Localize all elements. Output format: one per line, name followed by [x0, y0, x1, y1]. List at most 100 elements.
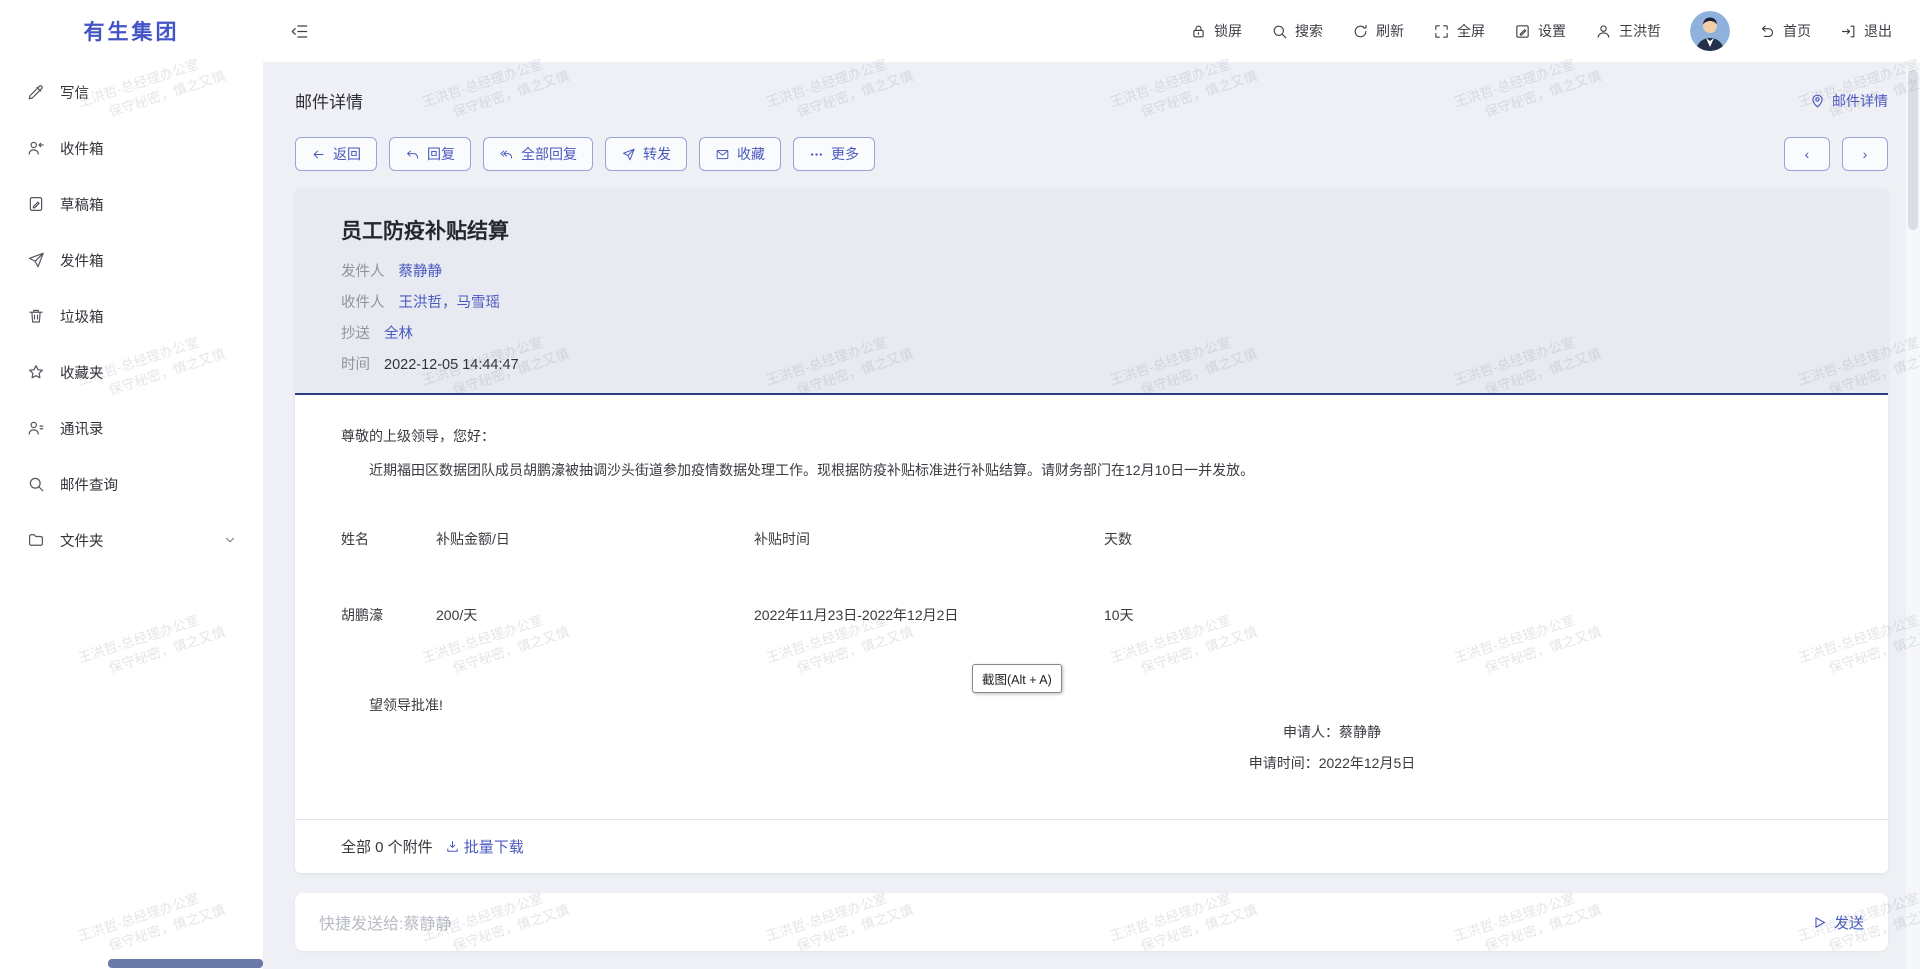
reply-button[interactable]: 回复	[389, 137, 471, 171]
home-button[interactable]: 首页	[1759, 21, 1811, 41]
screenshot-tooltip: 截图(Alt + A)	[972, 664, 1062, 693]
refresh-button[interactable]: 刷新	[1352, 21, 1404, 41]
folder-icon	[27, 531, 45, 549]
sidebar-item-drafts[interactable]: 草稿箱	[0, 176, 263, 232]
fullscreen-icon	[1433, 23, 1450, 40]
recipients-link[interactable]: 王洪哲，马雪瑶	[399, 288, 501, 319]
mail-subject: 员工防疫补贴结算	[341, 215, 1842, 245]
star-icon	[27, 363, 45, 381]
sidebar-item-favorites[interactable]: 收藏夹	[0, 344, 263, 400]
attachments-bar: 全部 0 个附件 批量下载	[295, 819, 1888, 873]
sidebar-item-inbox[interactable]: 收件箱	[0, 120, 263, 176]
envelope-icon	[715, 147, 730, 162]
pencil-icon	[27, 83, 45, 101]
sidebar-item-compose[interactable]: 写信	[0, 64, 263, 120]
mail-meta-time: 时间 2022-12-05 14:44:47	[341, 350, 1842, 381]
forward-button[interactable]: 转发	[605, 137, 687, 171]
download-icon	[445, 839, 460, 854]
mail-timestamp: 2022-12-05 14:44:47	[384, 350, 519, 381]
sidebar-item-label: 文件夹	[60, 530, 104, 551]
lock-screen-button[interactable]: 锁屏	[1190, 21, 1242, 41]
undo-arrow-icon	[1759, 23, 1776, 40]
location-pin-icon	[1809, 92, 1826, 109]
sidebar-item-label: 垃圾箱	[60, 306, 104, 327]
sidebar-item-label: 通讯录	[60, 418, 104, 439]
mail-action-buttons: 返回 回复 全部回复 转发 收藏 更多	[295, 137, 875, 171]
cc-link[interactable]: 全林	[384, 319, 413, 350]
search-icon	[27, 475, 45, 493]
reply-all-icon	[499, 147, 514, 162]
settings-button[interactable]: 设置	[1514, 21, 1566, 41]
sidebar-nav: 写信 收件箱 草稿箱 发件箱 垃圾箱 收藏夹 通讯录 邮件查询	[0, 64, 263, 568]
sidebar-item-label: 收件箱	[60, 138, 104, 159]
person-arrow-icon	[27, 139, 45, 157]
attachments-summary: 全部 0 个附件	[341, 836, 433, 857]
sidebar-item-trash[interactable]: 垃圾箱	[0, 288, 263, 344]
edit-square-icon	[1514, 23, 1531, 40]
mail-pagination: ‹ ›	[1784, 137, 1888, 171]
topbar-actions: 锁屏 搜索 刷新 全屏 设置 王洪哲	[1190, 11, 1892, 51]
document-edit-icon	[27, 195, 45, 213]
table-header-row: 姓名 补贴金额/日 补贴时间 天数	[341, 529, 1842, 549]
refresh-icon	[1352, 23, 1369, 40]
sidebar-item-label: 邮件查询	[60, 474, 118, 495]
contacts-icon	[27, 419, 45, 437]
applicant-line: 申请人：蔡静静	[1122, 717, 1542, 748]
vertical-scrollbar[interactable]	[1906, 62, 1920, 969]
user-avatar[interactable]	[1690, 11, 1730, 51]
mail-meta-cc: 抄送 全林	[341, 319, 1842, 350]
sidebar-collapse-button[interactable]	[290, 22, 309, 41]
forward-icon	[621, 147, 636, 162]
page-header: 邮件详情 邮件详情	[295, 88, 1888, 113]
sidebar-item-label: 发件箱	[60, 250, 104, 271]
horizontal-scrollbar-thumb[interactable]	[108, 959, 263, 968]
batch-download-link[interactable]: 批量下载	[445, 836, 524, 857]
prev-mail-button[interactable]: ‹	[1784, 137, 1830, 171]
search-button[interactable]: 搜索	[1271, 21, 1323, 41]
sidebar-item-folders[interactable]: 文件夹	[0, 512, 263, 568]
sidebar: 有生集团 写信 收件箱 草稿箱 发件箱 垃圾箱 收藏夹 通讯录	[0, 0, 263, 969]
person-icon	[1595, 23, 1612, 40]
sidebar-item-sent[interactable]: 发件箱	[0, 232, 263, 288]
sender-link[interactable]: 蔡静静	[399, 257, 443, 288]
vertical-scrollbar-thumb[interactable]	[1908, 70, 1918, 230]
lock-icon	[1190, 23, 1207, 40]
fullscreen-button[interactable]: 全屏	[1433, 21, 1485, 41]
current-user-button[interactable]: 王洪哲	[1595, 21, 1661, 41]
next-mail-button[interactable]: ›	[1842, 137, 1888, 171]
chevron-right-icon: ›	[1863, 146, 1868, 162]
search-icon	[1271, 23, 1288, 40]
sidebar-item-contacts[interactable]: 通讯录	[0, 400, 263, 456]
brand-logo: 有生集团	[0, 16, 263, 46]
sidebar-item-label: 草稿箱	[60, 194, 104, 215]
breadcrumb-badge[interactable]: 邮件详情	[1809, 91, 1888, 111]
favorite-button[interactable]: 收藏	[699, 137, 781, 171]
apply-date-line: 申请时间：2022年12月5日	[1122, 748, 1542, 779]
sidebar-item-label: 写信	[60, 82, 89, 103]
page-title: 邮件详情	[295, 88, 363, 113]
send-button[interactable]: 发送	[1811, 912, 1864, 933]
mail-card: 员工防疫补贴结算 发件人 蔡静静 收件人 王洪哲，马雪瑶 抄送 全林 时间 20…	[295, 189, 1888, 873]
trash-icon	[27, 307, 45, 325]
sidebar-item-mail-search[interactable]: 邮件查询	[0, 456, 263, 512]
send-icon	[1811, 914, 1828, 931]
mail-greeting: 尊敬的上级领导，您好：	[341, 425, 1842, 447]
sidebar-item-label: 收藏夹	[60, 362, 104, 383]
mail-signature: 申请人：蔡静静 申请时间：2022年12月5日	[1122, 717, 1542, 779]
mail-meta-to: 收件人 王洪哲，马雪瑶	[341, 288, 1842, 319]
logout-button[interactable]: 退出	[1840, 21, 1892, 41]
reply-icon	[405, 147, 420, 162]
reply-all-button[interactable]: 全部回复	[483, 137, 593, 171]
mail-toolbar: 返回 回复 全部回复 转发 收藏 更多	[295, 137, 1888, 171]
arrow-left-icon	[311, 147, 326, 162]
paper-plane-icon	[27, 251, 45, 269]
back-button[interactable]: 返回	[295, 137, 377, 171]
mail-meta-from: 发件人 蔡静静	[341, 257, 1842, 288]
table-row: 胡鹏濠 200/天 2022年11月23日-2022年12月2日 10天	[341, 605, 1842, 625]
subsidy-table: 姓名 补贴金额/日 补贴时间 天数 胡鹏濠 200/天 2022年11月23日-…	[341, 529, 1842, 625]
logout-icon	[1840, 23, 1857, 40]
main-content: 邮件详情 邮件详情 返回 回复 全部回复 转发	[263, 62, 1920, 969]
more-button[interactable]: 更多	[793, 137, 875, 171]
quick-send-input[interactable]: 快捷发送给:蔡静静	[319, 910, 1811, 934]
mail-closing: 望领导批准!	[341, 695, 1842, 715]
